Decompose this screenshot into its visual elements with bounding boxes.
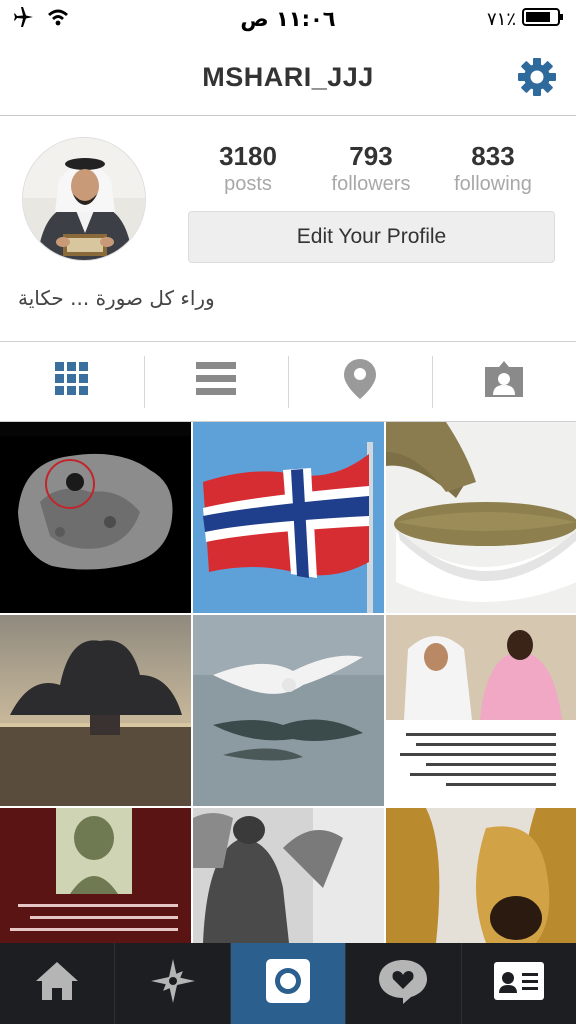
location-icon — [343, 358, 377, 405]
battery-percent: ٧١٪ — [486, 8, 516, 30]
camera-icon — [264, 957, 312, 1010]
following-count: 833 — [471, 141, 515, 171]
settings-gear-icon[interactable] — [516, 56, 558, 98]
followers-count: 793 — [349, 141, 393, 171]
status-bar: ١١:٠٦ ص ٧١٪ — [0, 0, 576, 38]
activity-icon — [377, 958, 429, 1009]
grid-post-5[interactable] — [193, 615, 384, 806]
profile-card-icon — [493, 961, 545, 1006]
grid-post-6[interactable] — [386, 615, 576, 806]
edit-profile-button[interactable]: Edit Your Profile — [188, 211, 555, 263]
tab-grid[interactable] — [0, 342, 144, 421]
followers-label: followers — [331, 173, 411, 195]
nav-explore[interactable] — [115, 943, 231, 1024]
following-stat[interactable]: 833 following — [428, 140, 558, 196]
tab-location[interactable] — [288, 342, 432, 421]
nav-camera[interactable] — [230, 943, 347, 1024]
grid-icon — [54, 361, 90, 402]
battery-icon — [522, 7, 564, 32]
profile-username: MSHARI_JJJ — [202, 62, 374, 92]
grid-post-7[interactable] — [0, 808, 191, 943]
profile-view-tabs — [0, 341, 576, 422]
home-icon — [34, 960, 80, 1007]
nav-home[interactable] — [0, 943, 116, 1024]
grid-post-2[interactable] — [193, 422, 384, 613]
grid-post-4[interactable] — [0, 615, 191, 806]
grid-post-8[interactable] — [193, 808, 384, 943]
grid-post-1[interactable] — [0, 422, 191, 613]
posts-label: posts — [224, 173, 272, 195]
tab-tagged[interactable] — [432, 342, 576, 421]
posts-stat[interactable]: 3180 posts — [183, 140, 313, 196]
following-label: following — [454, 173, 532, 195]
posts-count: 3180 — [219, 141, 277, 171]
profile-header: MSHARI_JJJ — [0, 38, 576, 116]
tab-list[interactable] — [144, 342, 288, 421]
list-icon — [196, 362, 236, 401]
bottom-navigation — [0, 943, 576, 1024]
grid-post-9[interactable] — [386, 808, 576, 943]
profile-avatar[interactable] — [22, 137, 146, 261]
explore-icon — [149, 957, 197, 1010]
grid-post-3[interactable] — [386, 422, 576, 613]
profile-bio: وراء كل صورة ... حكاية — [18, 286, 215, 310]
followers-stat[interactable]: 793 followers — [306, 140, 436, 196]
tagged-icon — [483, 359, 525, 404]
nav-profile[interactable] — [462, 943, 576, 1024]
nav-activity[interactable] — [346, 943, 462, 1024]
status-right: ٧١٪ — [486, 7, 564, 32]
